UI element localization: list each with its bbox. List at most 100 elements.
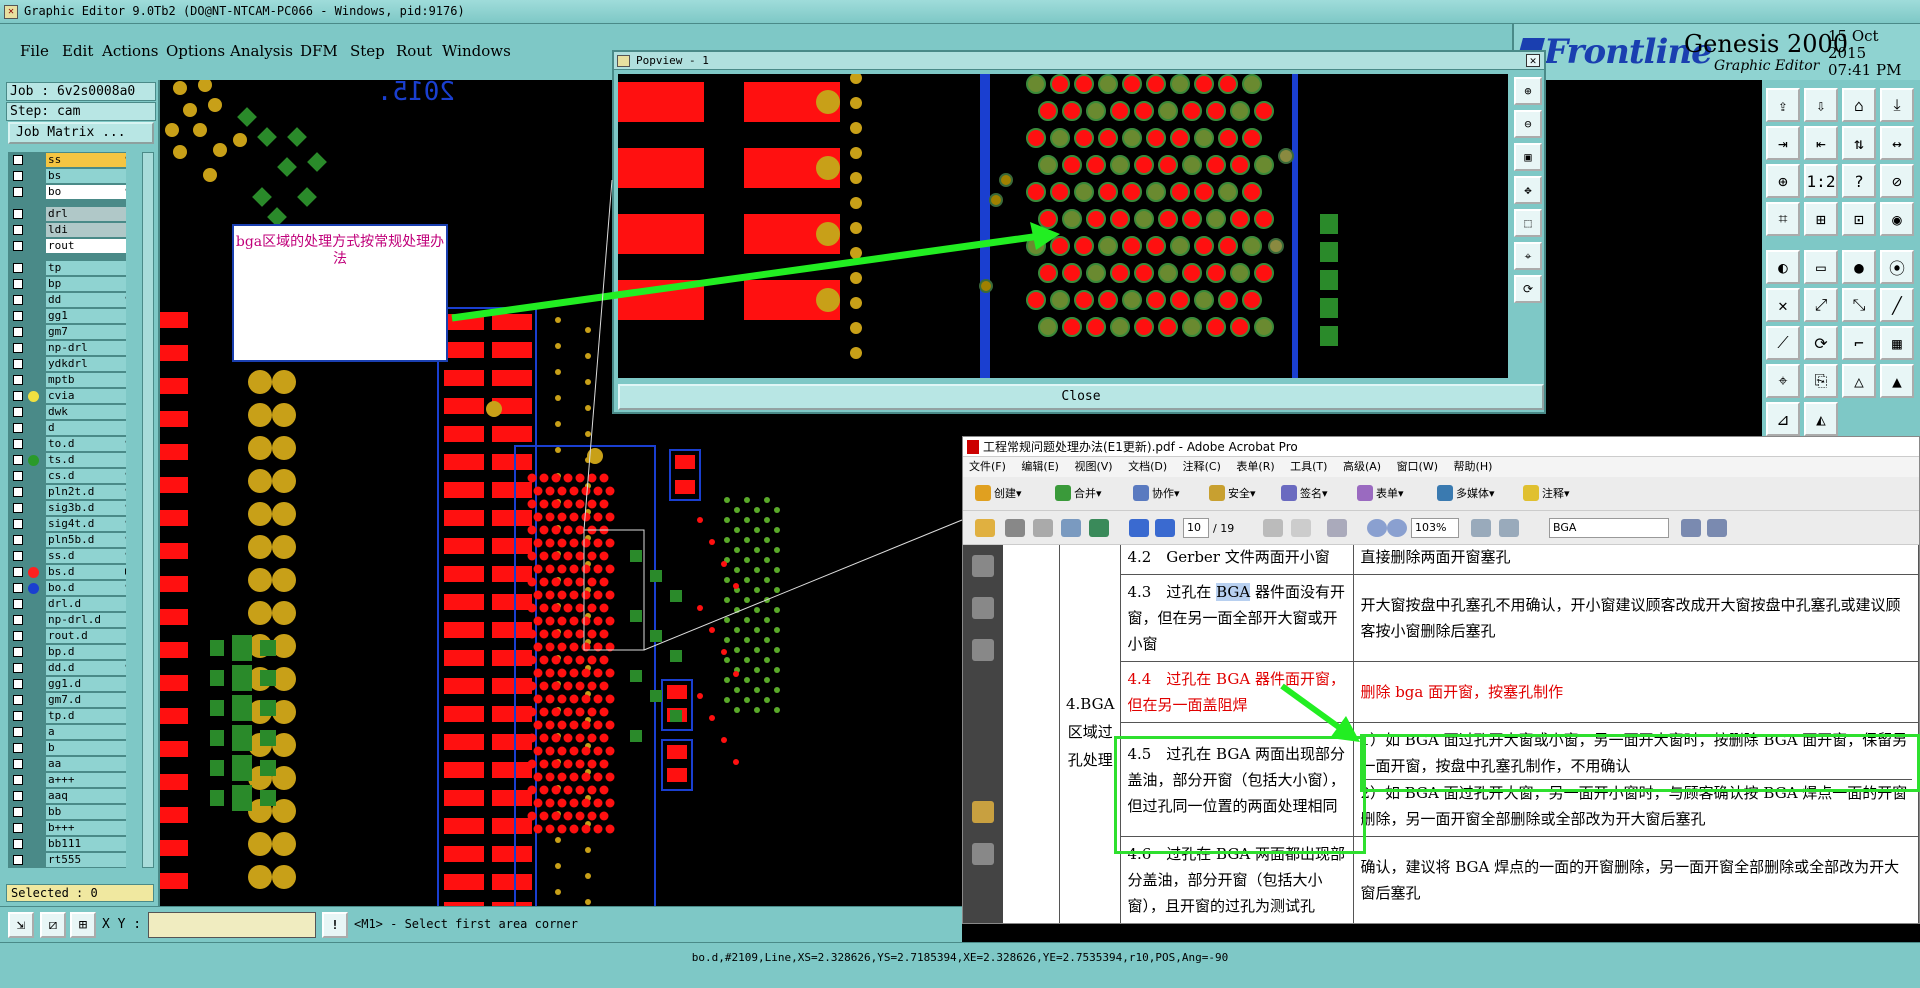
sign-button[interactable]: 签名 ▾ — [1281, 485, 1328, 501]
layer-row[interactable]: drl.d — [8, 596, 126, 612]
layer-row[interactable]: pln2t.d ✎ — [8, 484, 126, 500]
layer-name[interactable]: mptb — [46, 373, 126, 387]
tool-button[interactable]: ⌗ — [1766, 202, 1800, 236]
hand-tool-icon[interactable] — [1291, 519, 1311, 537]
search-next-icon[interactable] — [1707, 519, 1727, 537]
comment-button[interactable]: 注释 ▾ — [1523, 485, 1570, 501]
layer-name[interactable]: bs.d ■ — [46, 565, 126, 579]
next-page-icon[interactable] — [1155, 519, 1175, 537]
layer-name[interactable]: tp.d — [46, 709, 126, 723]
layer-row[interactable]: pln5b.d ✎ — [8, 532, 126, 548]
tool-button[interactable]: ⦿ — [1880, 250, 1914, 284]
search-prev-icon[interactable] — [1681, 519, 1701, 537]
combine-button[interactable]: 合并 ▾ — [1055, 485, 1102, 501]
layer-color-swatch[interactable] — [28, 583, 39, 594]
tool-button[interactable]: ▭ — [1804, 250, 1838, 284]
layer-name[interactable]: bo.d ✎ — [46, 581, 126, 595]
layer-checkbox[interactable] — [13, 695, 23, 705]
layer-row[interactable]: tp.d — [8, 708, 126, 724]
layer-name[interactable]: a — [46, 725, 126, 739]
layer-row[interactable]: bo.d ✎ — [8, 580, 126, 596]
layer-row[interactable]: ss ✎ — [8, 152, 126, 168]
layer-row[interactable]: cs.d ✎ — [8, 468, 126, 484]
layer-name[interactable]: aa — [46, 757, 126, 771]
zoom-in-icon[interactable] — [1387, 519, 1407, 537]
tool-button[interactable]: ⊘ — [1880, 164, 1914, 198]
layer-checkbox[interactable] — [13, 807, 23, 817]
menu-actions[interactable]: Actions — [102, 42, 158, 60]
tool-button[interactable]: ⤓ — [1880, 88, 1914, 122]
tool-button[interactable]: ⊕ — [1766, 164, 1800, 198]
layer-row[interactable]: bs — [8, 168, 126, 184]
layer-name[interactable]: gm7 — [46, 325, 126, 339]
layer-name[interactable]: pln2t.d ✎ — [46, 485, 126, 499]
tool-button[interactable]: ◉ — [1880, 202, 1914, 236]
layer-row[interactable]: gg1.d — [8, 676, 126, 692]
zoom-fit-icon[interactable]: ▣ — [1514, 143, 1542, 171]
layer-row[interactable]: d — [8, 420, 126, 436]
layer-row[interactable]: rt555 — [8, 852, 126, 868]
layer-name[interactable]: np-drl.d — [46, 613, 126, 627]
layer-name[interactable]: dd ✎ — [46, 293, 126, 307]
acrobat-menu-edit[interactable]: 编辑(E) — [1021, 460, 1059, 473]
layer-color-swatch[interactable] — [28, 455, 39, 466]
layer-row[interactable]: bp — [8, 276, 126, 292]
acrobat-menu-comment[interactable]: 注释(C) — [1183, 460, 1221, 473]
job-matrix-button[interactable]: Job Matrix ... — [8, 122, 154, 144]
layer-name[interactable]: pln5b.d ✎ — [46, 533, 126, 547]
layer-checkbox[interactable] — [13, 225, 23, 235]
layer-name[interactable]: d — [46, 421, 126, 435]
layer-row[interactable]: bo ✎ — [8, 184, 126, 200]
tool-button[interactable]: ⟳ — [1804, 326, 1838, 360]
signatures-icon[interactable] — [972, 639, 994, 661]
full-screen-icon[interactable] — [1499, 519, 1519, 537]
layer-row[interactable]: aa — [8, 756, 126, 772]
tool-button[interactable]: ⇪ — [1766, 88, 1800, 122]
layer-row[interactable]: gm7.d — [8, 692, 126, 708]
tool-button[interactable]: ⌂ — [1842, 88, 1876, 122]
layer-row[interactable]: dd ✎ — [8, 292, 126, 308]
layer-color-swatch[interactable] — [28, 391, 39, 402]
layer-row[interactable]: sig3b.d ✎ — [8, 500, 126, 516]
acrobat-menu-advanced[interactable]: 高级(A) — [1343, 460, 1381, 473]
layer-checkbox[interactable] — [13, 209, 23, 219]
prev-page-icon[interactable] — [1129, 519, 1149, 537]
layer-row[interactable]: dwk — [8, 404, 126, 420]
layer-checkbox[interactable] — [13, 295, 23, 305]
layer-checkbox[interactable] — [13, 599, 23, 609]
layer-row[interactable]: bb111 — [8, 836, 126, 852]
tool-button[interactable]: ⇥ — [1766, 126, 1800, 160]
print-icon[interactable] — [1005, 519, 1025, 537]
layer-row[interactable]: ss.d ✎ — [8, 548, 126, 564]
layer-name[interactable]: cvia — [46, 389, 126, 403]
layer-checkbox[interactable] — [13, 375, 23, 385]
layer-name[interactable]: bp.d — [46, 645, 126, 659]
menu-analysis[interactable]: Analysis — [230, 42, 293, 60]
tool-button[interactable]: ╱ — [1880, 288, 1914, 322]
measure-icon[interactable]: ⇲ — [8, 912, 34, 938]
layer-checkbox[interactable] — [13, 855, 23, 865]
layer-row[interactable]: bs.d ■ — [8, 564, 126, 580]
layer-name[interactable]: gg1 — [46, 309, 126, 323]
layer-checkbox[interactable] — [13, 791, 23, 801]
layer-name[interactable]: ss ✎ — [46, 153, 126, 167]
layer-name[interactable]: a+++ — [46, 773, 126, 787]
acrobat-menu-help[interactable]: 帮助(H) — [1454, 460, 1493, 473]
attachments-icon[interactable] — [972, 843, 994, 865]
tool-button[interactable]: ⟋ — [1766, 326, 1800, 360]
tool-button[interactable]: ⇤ — [1804, 126, 1838, 160]
layer-checkbox[interactable] — [13, 519, 23, 529]
layer-row[interactable]: a+++ — [8, 772, 126, 788]
layer-row[interactable]: np-drl.d — [8, 612, 126, 628]
layer-name[interactable]: sig4t.d ✎ — [46, 517, 126, 531]
layer-name[interactable]: bp — [46, 277, 126, 291]
search-input[interactable]: BGA — [1549, 518, 1669, 538]
layer-row[interactable]: bp.d — [8, 644, 126, 660]
layer-row[interactable]: ldi — [8, 222, 126, 238]
layer-name[interactable]: tp — [46, 261, 126, 275]
layer-checkbox[interactable] — [13, 171, 23, 181]
layer-checkbox[interactable] — [13, 775, 23, 785]
select-text-icon[interactable] — [1263, 519, 1283, 537]
layer-name[interactable]: ldi — [46, 223, 126, 237]
create-button[interactable]: 创建 ▾ — [975, 485, 1022, 501]
